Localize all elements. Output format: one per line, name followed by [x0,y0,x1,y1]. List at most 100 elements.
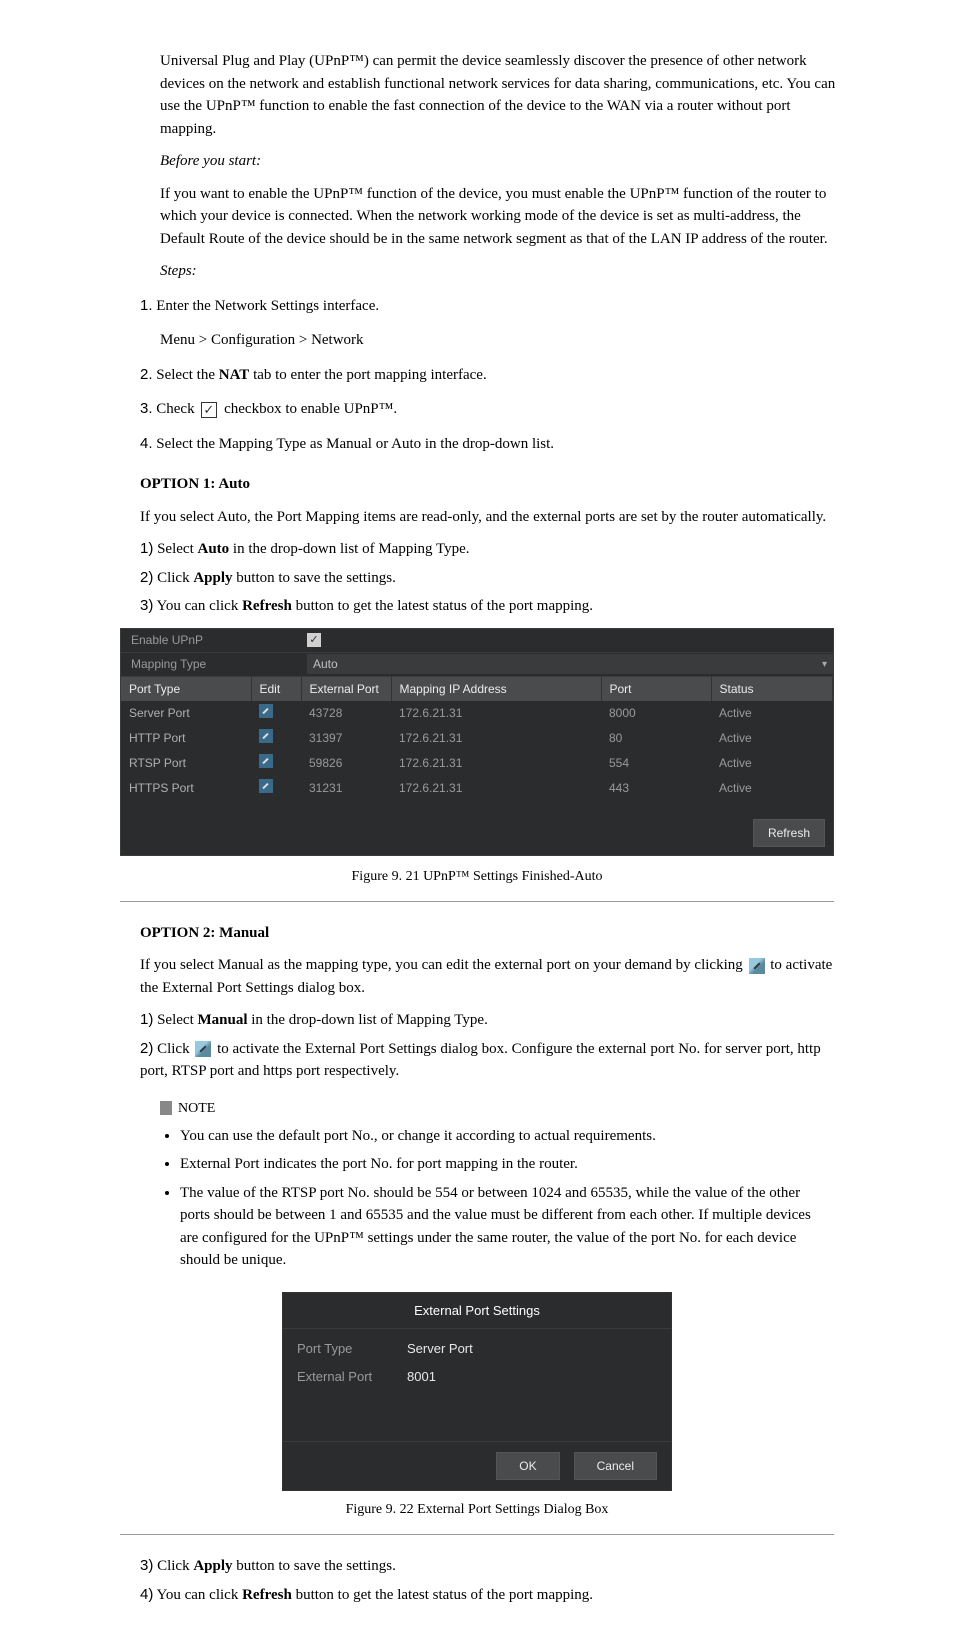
step-4-text: Select the Mapping Type as Manual or Aut… [156,436,554,452]
chevron-down-icon: ▾ [822,657,827,672]
step-2: 2. Select the NAT tab to enter the port … [140,364,844,387]
dialog-external-port-row: External Port 8001 [297,1363,657,1391]
checkbox-icon [201,402,217,418]
cell-port-type: HTTPS Port [121,776,251,801]
cell-status: Active [711,751,833,776]
cell-mapping-ip: 172.6.21.31 [391,701,601,726]
cell-external-port: 59826 [301,751,391,776]
cell-edit[interactable] [251,776,301,801]
cell-edit[interactable] [251,701,301,726]
cell-port-type: HTTP Port [121,726,251,751]
table-row: RTSP Port 59826172.6.21.31554Active [121,751,833,776]
cell-port: 80 [601,726,711,751]
cell-edit[interactable] [251,751,301,776]
step-3: 3. Check checkbox to enable UPnP™. [140,398,844,421]
step-num: 1. [140,297,153,314]
mapping-type-value: Auto [313,655,338,673]
mapping-type-select[interactable]: Auto ▾ [307,654,833,674]
note-item: The value of the RTSP port No. should be… [180,1182,814,1272]
panel-footer: Refresh [121,811,833,855]
th-port: Port [601,677,711,701]
separator [120,1534,834,1535]
option1-header: OPTION 1: Auto [140,473,844,496]
opt2-step4: 4) You can click Refresh button to get t… [140,1584,844,1607]
cell-edit[interactable] [251,726,301,751]
cell-mapping-ip: 172.6.21.31 [391,751,601,776]
cell-status: Active [711,726,833,751]
cell-external-port: 43728 [301,701,391,726]
enable-upnp-row: Enable UPnP ✓ [121,629,833,653]
step-4: 4. Select the Mapping Type as Manual or … [140,433,844,456]
cell-external-port: 31231 [301,776,391,801]
step-num: 4. [140,435,153,452]
th-status: Status [711,677,833,701]
note-item: You can use the default port No., or cha… [180,1125,814,1148]
cancel-button[interactable]: Cancel [574,1452,657,1480]
figure-2-caption: Figure 9. 22 External Port Settings Dial… [80,1499,874,1520]
cell-external-port: 31397 [301,726,391,751]
note-bar-icon [160,1101,172,1115]
step-1-path: Menu > Configuration > Network [160,329,844,352]
cell-port-type: Server Port [121,701,251,726]
step-3-part2: checkbox to enable UPnP™. [224,401,397,417]
edit-icon[interactable] [259,754,273,768]
step-2-text: Select the NAT tab to enter the port map… [156,367,486,383]
cell-status: Active [711,776,833,801]
cell-mapping-ip: 172.6.21.31 [391,776,601,801]
port-mapping-table: Port Type Edit External Port Mapping IP … [121,677,833,801]
mapping-type-label: Mapping Type [121,655,301,673]
edit-icon[interactable] [259,779,273,793]
edit-icon [195,1041,211,1057]
external-port-settings-dialog: External Port Settings Port Type Server … [282,1292,672,1492]
dialog-port-type-row: Port Type Server Port [297,1335,657,1363]
refresh-button[interactable]: Refresh [753,819,825,847]
cell-mapping-ip: 172.6.21.31 [391,726,601,751]
enable-upnp-label: Enable UPnP [121,631,301,649]
mapping-type-row: Mapping Type Auto ▾ [121,653,833,677]
option1-desc: If you select Auto, the Port Mapping ite… [140,506,844,529]
dialog-title: External Port Settings [283,1293,671,1330]
th-external-port: External Port [301,677,391,701]
step-num: 2. [140,366,153,383]
th-mapping-ip: Mapping IP Address [391,677,601,701]
cell-port-type: RTSP Port [121,751,251,776]
step-num: 3. [140,400,153,417]
step-1: 1. Enter the Network Settings interface. [140,295,844,318]
option2-header: OPTION 2: Manual [140,922,844,945]
step-1-text: Enter the Network Settings interface. [156,298,379,314]
opt2-step2-rest: to activate the External Port Settings d… [140,1041,821,1080]
note-label: NOTE [178,1098,215,1119]
dialog-port-type-value: Server Port [407,1339,657,1359]
dialog-port-type-label: Port Type [297,1339,407,1359]
opt2-step3: 3) Click Apply button to save the settin… [140,1555,844,1578]
edit-icon [749,958,765,974]
opt1-step1: 1) Select Auto in the drop-down list of … [140,538,844,561]
figure-1-caption: Figure 9. 21 UPnP™ Settings Finished-Aut… [80,866,874,887]
dialog-external-port-value[interactable]: 8001 [407,1367,657,1387]
before-start-label: Before you start: [160,153,261,169]
dialog-external-port-label: External Port [297,1367,407,1387]
edit-icon[interactable] [259,704,273,718]
opt1-step2: 2) Click Apply button to save the settin… [140,567,844,590]
th-port-type: Port Type [121,677,251,701]
step-3-part1: Check [156,401,198,417]
edit-icon[interactable] [259,729,273,743]
table-row: HTTP Port 31397172.6.21.3180Active [121,726,833,751]
note-item: External Port indicates the port No. for… [180,1153,814,1176]
opt1-step3: 3) You can click Refresh button to get t… [140,595,844,618]
cell-status: Active [711,701,833,726]
ok-button[interactable]: OK [496,1452,559,1480]
opt2-step1: 1) Select Manual in the drop-down list o… [140,1009,844,1032]
cell-port: 443 [601,776,711,801]
opt2-step2: 2) 2) Click Click to activate the Extern… [140,1038,844,1083]
paragraph-intro: If you want to enable the UPnP™ function… [160,183,844,251]
separator [120,901,834,902]
cell-port: 8000 [601,701,711,726]
th-edit: Edit [251,677,301,701]
enable-upnp-checkbox[interactable]: ✓ [307,633,321,647]
paragraph-desc: Universal Plug and Play (UPnP™) can perm… [160,50,844,140]
steps-label: Steps: [160,260,844,283]
cell-port: 554 [601,751,711,776]
table-row: Server Port 43728172.6.21.318000Active [121,701,833,726]
option2-desc: If you select Manual as the mapping type… [140,954,844,999]
